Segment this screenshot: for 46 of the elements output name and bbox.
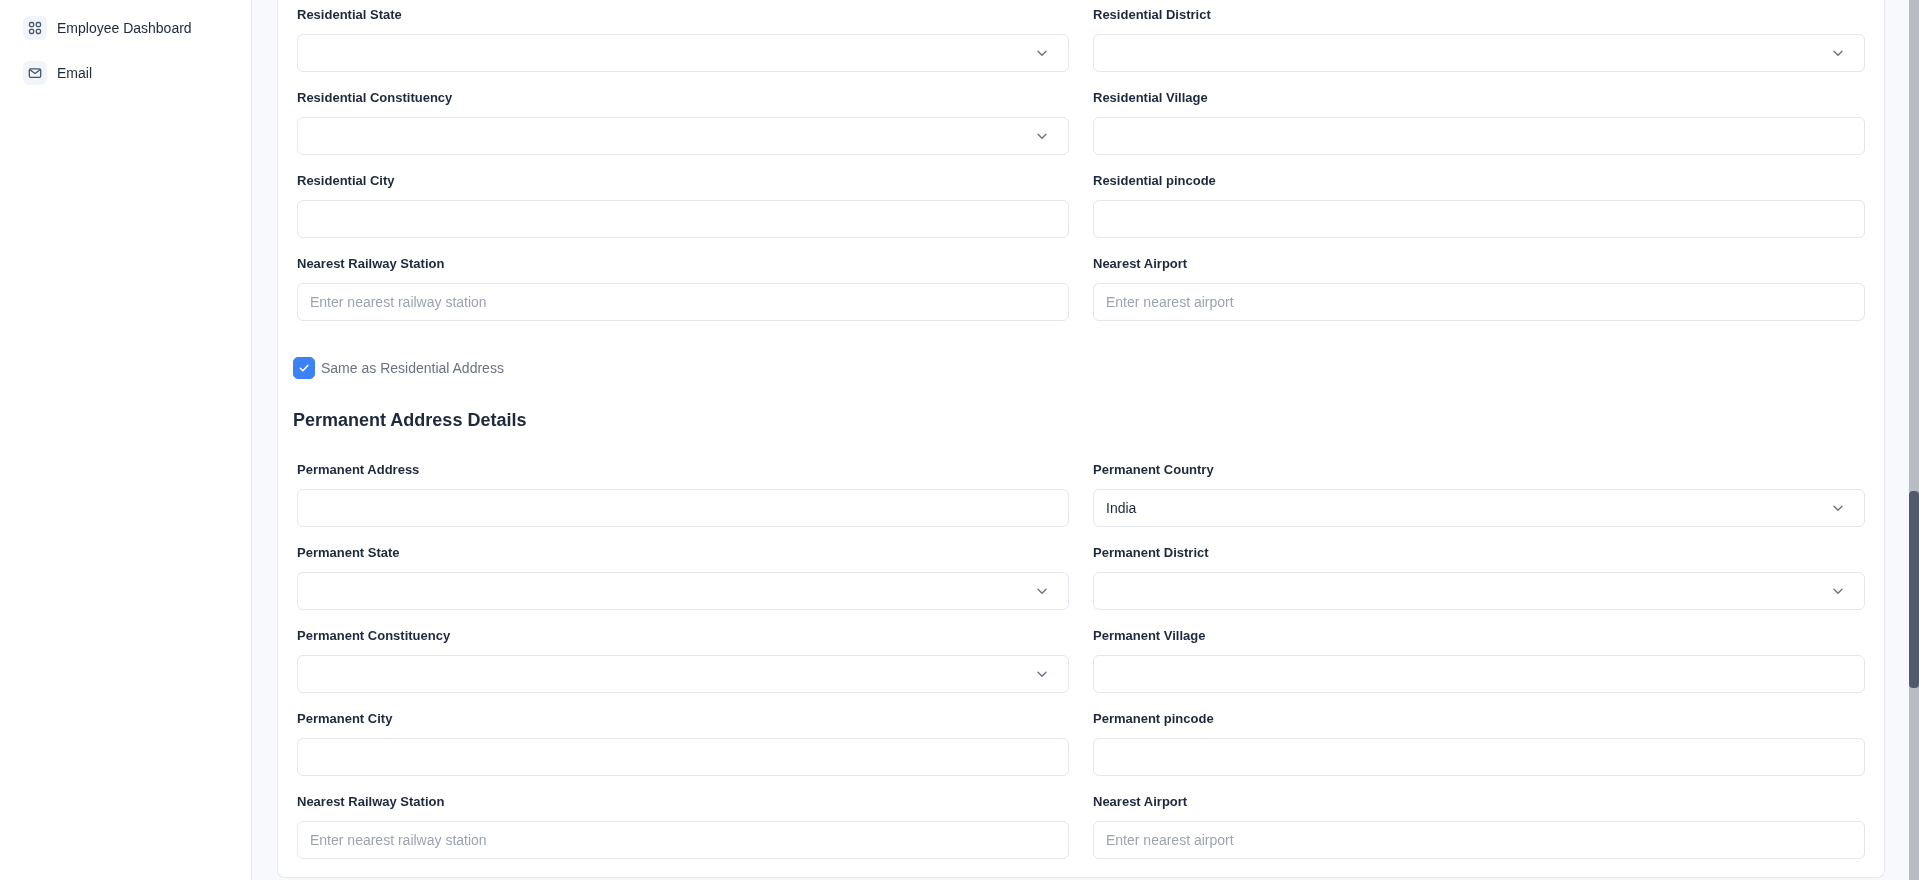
scrollbar-thumb[interactable] xyxy=(1909,491,1919,688)
select-field[interactable] xyxy=(297,34,1069,72)
check-icon xyxy=(298,362,310,374)
sidebar-item[interactable]: Employee Dashboard xyxy=(11,10,239,46)
sidebar-item[interactable]: Email xyxy=(11,55,239,91)
input-field[interactable] xyxy=(1093,655,1865,693)
input-field[interactable] xyxy=(297,738,1069,776)
field-label: Permanent State xyxy=(297,544,400,562)
field-label: Nearest Railway Station xyxy=(297,255,445,273)
input-field[interactable]: Enter nearest airport xyxy=(1093,283,1865,321)
field-label: Residential State xyxy=(297,6,402,24)
select-field[interactable]: India xyxy=(1093,489,1865,527)
select-field[interactable] xyxy=(297,572,1069,610)
field-label: Residential Constituency xyxy=(297,89,453,107)
input-field[interactable] xyxy=(1093,117,1865,155)
input-field[interactable]: Enter nearest railway station xyxy=(297,283,1069,321)
field-label: Permanent Constituency xyxy=(297,627,451,645)
field-label: Residential District xyxy=(1093,6,1211,24)
field-label: Permanent District xyxy=(1093,544,1209,562)
field-label: Residential City xyxy=(297,172,395,190)
field-label: Residential pincode xyxy=(1093,172,1216,190)
select-field[interactable] xyxy=(297,655,1069,693)
select-field[interactable] xyxy=(1093,34,1865,72)
input-field[interactable] xyxy=(1093,738,1865,776)
input-field[interactable] xyxy=(297,200,1069,238)
field-label: Residential Village xyxy=(1093,89,1208,107)
field-label: Permanent pincode xyxy=(1093,710,1214,728)
grid-icon xyxy=(23,16,47,40)
input-field[interactable]: Enter nearest airport xyxy=(1093,821,1865,859)
field-label: Permanent City xyxy=(297,710,393,728)
input-field[interactable]: Enter nearest railway station xyxy=(297,821,1069,859)
section-title: Permanent Address Details xyxy=(293,409,527,432)
field-label: Nearest Airport xyxy=(1093,255,1188,273)
checkbox[interactable] xyxy=(293,357,315,379)
checkbox-label[interactable]: Same as Residential Address xyxy=(321,360,504,376)
field-label: Nearest Airport xyxy=(1093,793,1188,811)
input-field[interactable] xyxy=(297,489,1069,527)
select-field[interactable] xyxy=(297,117,1069,155)
select-field[interactable] xyxy=(1093,572,1865,610)
field-label: Permanent Village xyxy=(1093,627,1206,645)
scrollbar[interactable] xyxy=(1909,0,1919,880)
field-label: Nearest Railway Station xyxy=(297,793,445,811)
mail-icon xyxy=(23,61,47,85)
input-field[interactable] xyxy=(1093,200,1865,238)
field-label: Permanent Country xyxy=(1093,461,1214,479)
field-label: Permanent Address xyxy=(297,461,420,479)
